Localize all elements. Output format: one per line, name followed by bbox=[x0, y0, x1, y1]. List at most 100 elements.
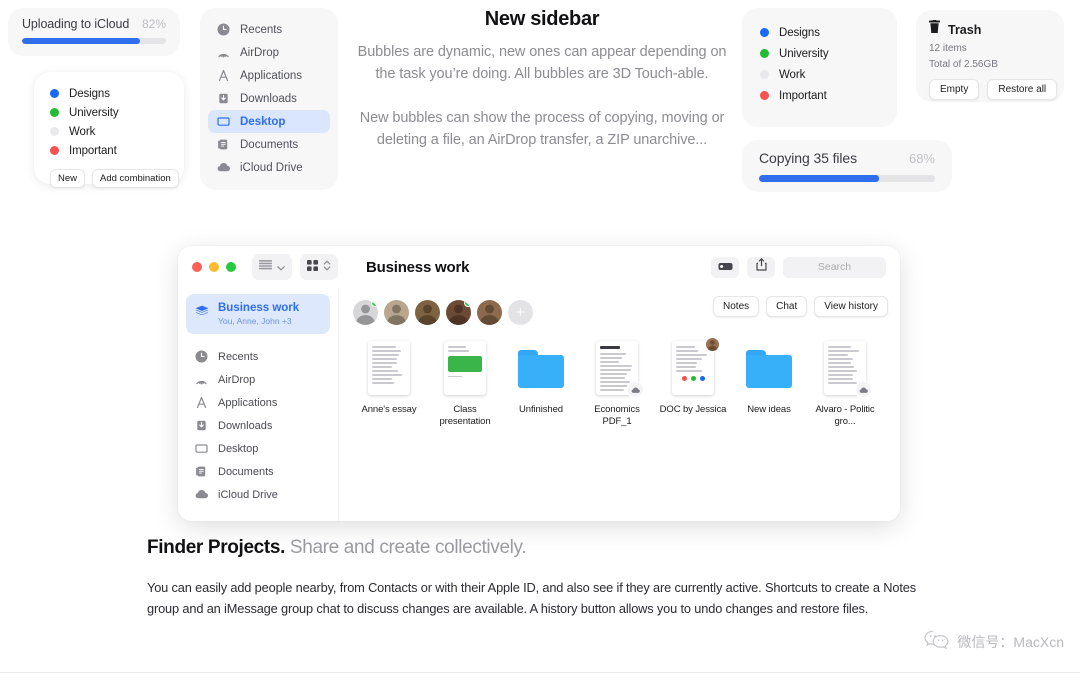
sidebar-item-downloads[interactable]: Downloads bbox=[208, 87, 330, 110]
file-thumbnail bbox=[670, 341, 716, 395]
watermark: 微信号：MacXcn bbox=[924, 630, 1064, 653]
sidebar-item-airdrop[interactable]: AirDrop bbox=[186, 368, 330, 391]
search-placeholder: Search bbox=[818, 261, 851, 273]
avatar[interactable] bbox=[446, 300, 471, 325]
sidebar-item-label: Documents bbox=[218, 466, 274, 478]
center-paragraph-2: New bubbles can show the process of copy… bbox=[356, 107, 728, 151]
sidebar-item-label: Downloads bbox=[240, 93, 297, 105]
tags-left-list: Designs University Work Important bbox=[34, 84, 184, 160]
tag-label: Important bbox=[779, 90, 827, 102]
tag-row-important[interactable]: Important bbox=[742, 85, 897, 106]
file-grid: Anne's essay Class presentation Unfinished… bbox=[339, 325, 900, 428]
arrange-grid-icon bbox=[307, 258, 318, 276]
clock-icon bbox=[216, 23, 231, 36]
trash-icon bbox=[929, 20, 940, 39]
empty-trash-button[interactable]: Empty bbox=[929, 79, 979, 100]
add-combination-button[interactable]: Add combination bbox=[92, 169, 179, 188]
restore-all-button[interactable]: Restore all bbox=[987, 79, 1057, 100]
chat-button[interactable]: Chat bbox=[766, 296, 807, 317]
downloads-icon bbox=[216, 92, 231, 105]
view-mode-control[interactable] bbox=[252, 254, 292, 280]
maximize-window-button[interactable] bbox=[226, 262, 236, 272]
sidebar-item-applications[interactable]: Applications bbox=[208, 64, 330, 87]
sidebar-item-downloads[interactable]: Downloads bbox=[186, 414, 330, 437]
sidebar-item-documents[interactable]: Documents bbox=[186, 460, 330, 483]
tag-row-designs[interactable]: Designs bbox=[34, 84, 184, 103]
file-thumbnail bbox=[746, 341, 792, 395]
tag-color-dot bbox=[760, 70, 769, 79]
sidebar-item-recents[interactable]: Recents bbox=[186, 345, 330, 368]
sidebar-item-label: iCloud Drive bbox=[240, 162, 303, 174]
sidebar-item-applications[interactable]: Applications bbox=[186, 391, 330, 414]
close-window-button[interactable] bbox=[192, 262, 202, 272]
sidebar-item-airdrop[interactable]: AirDrop bbox=[208, 41, 330, 64]
tag-color-dot bbox=[760, 28, 769, 37]
page-root: Uploading to iCloud 82% Designs Universit… bbox=[0, 0, 1080, 688]
tag-row-university[interactable]: University bbox=[742, 43, 897, 64]
avatar[interactable] bbox=[353, 300, 378, 325]
tag-row-university[interactable]: University bbox=[34, 103, 184, 122]
file-item[interactable]: New ideas bbox=[731, 341, 807, 428]
sidebar-item-icloud-drive[interactable]: iCloud Drive bbox=[208, 156, 330, 179]
upload-title: Uploading to iCloud bbox=[22, 17, 129, 31]
tag-row-designs[interactable]: Designs bbox=[742, 22, 897, 43]
tags-card-left: Designs University Work Important New Add c… bbox=[34, 72, 184, 184]
copy-percent-label: 68% bbox=[909, 151, 935, 166]
file-item[interactable]: Alvaro - Politic gro... bbox=[807, 341, 883, 428]
sidebar-item-icloud-drive[interactable]: iCloud Drive bbox=[186, 483, 330, 506]
tag-color-dot bbox=[50, 146, 59, 155]
file-name: Class presentation bbox=[427, 404, 503, 428]
copy-progress-header: Copying 35 files 68% bbox=[759, 150, 935, 166]
center-text-block: New sidebar Bubbles are dynamic, new one… bbox=[356, 8, 728, 151]
file-item[interactable]: Economics PDF_1 bbox=[579, 341, 655, 428]
sidebar-item-label: Recents bbox=[218, 351, 258, 363]
tags-right-list: Designs University Work Important bbox=[742, 22, 897, 106]
file-name: Economics PDF_1 bbox=[579, 404, 655, 428]
sidebar-item-business-work[interactable]: Business work You, Anne, John +3 bbox=[186, 294, 330, 334]
tag-button[interactable] bbox=[711, 257, 739, 278]
icloud-icon bbox=[216, 161, 231, 174]
file-item[interactable]: Class presentation bbox=[427, 341, 503, 428]
sidebar-item-label: Downloads bbox=[218, 420, 272, 432]
notes-button[interactable]: Notes bbox=[713, 296, 759, 317]
sort-updown-icon bbox=[323, 258, 331, 276]
tag-row-work[interactable]: Work bbox=[34, 122, 184, 141]
sidebar-item-recents[interactable]: Recents bbox=[208, 18, 330, 41]
upload-progress-header: Uploading to iCloud 82% bbox=[22, 17, 166, 31]
add-person-button[interactable]: + bbox=[508, 300, 533, 325]
sidebar-item-desktop[interactable]: Desktop bbox=[186, 437, 330, 460]
stack-icon bbox=[195, 305, 209, 323]
sidebar-item-label: Documents bbox=[240, 139, 298, 151]
tag-color-dot bbox=[50, 108, 59, 117]
project-members: You, Anne, John +3 bbox=[218, 315, 299, 327]
file-item[interactable]: DOC by Jessica bbox=[655, 341, 731, 428]
copying-files-card: Copying 35 files 68% bbox=[742, 140, 952, 192]
file-item[interactable]: Unfinished bbox=[503, 341, 579, 428]
avatar[interactable] bbox=[384, 300, 409, 325]
tag-row-important[interactable]: Important bbox=[34, 141, 184, 160]
search-input[interactable]: Search bbox=[783, 257, 886, 278]
view-history-button[interactable]: View history bbox=[814, 296, 888, 317]
chevron-down-icon bbox=[277, 258, 285, 276]
sidebar-item-label: iCloud Drive bbox=[218, 489, 278, 501]
new-tag-button[interactable]: New bbox=[50, 169, 85, 188]
file-item[interactable]: Anne's essay bbox=[351, 341, 427, 428]
arrange-control[interactable] bbox=[300, 254, 338, 280]
presentation-icon bbox=[444, 341, 486, 395]
sidebar-item-desktop[interactable]: Desktop bbox=[208, 110, 330, 133]
sidebar-item-documents[interactable]: Documents bbox=[208, 133, 330, 156]
avatar[interactable] bbox=[477, 300, 502, 325]
avatar[interactable] bbox=[415, 300, 440, 325]
tag-row-work[interactable]: Work bbox=[742, 64, 897, 85]
minimize-window-button[interactable] bbox=[209, 262, 219, 272]
share-button[interactable] bbox=[747, 257, 775, 278]
online-status-badge bbox=[371, 300, 378, 307]
trash-title: Trash bbox=[948, 23, 981, 37]
document-icon bbox=[368, 341, 410, 395]
bottom-heading-bold: Finder Projects. bbox=[147, 537, 285, 558]
tags-left-buttons: New Add combination bbox=[34, 169, 184, 188]
color-dots bbox=[676, 376, 710, 381]
finder-window: Business work Search Business work You, … bbox=[178, 246, 900, 521]
sidebar-item-label: AirDrop bbox=[218, 374, 255, 386]
finder-titlebar: Business work Search bbox=[178, 246, 900, 288]
